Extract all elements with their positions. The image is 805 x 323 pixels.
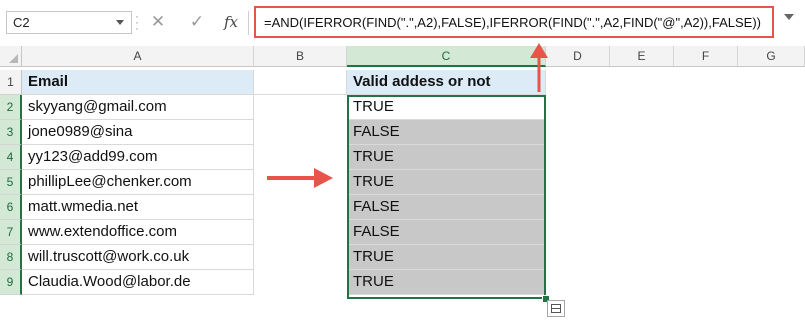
arrow-up-annotation <box>530 43 548 92</box>
arrow-right-annotation <box>267 168 333 188</box>
annotation-arrows <box>267 43 548 188</box>
